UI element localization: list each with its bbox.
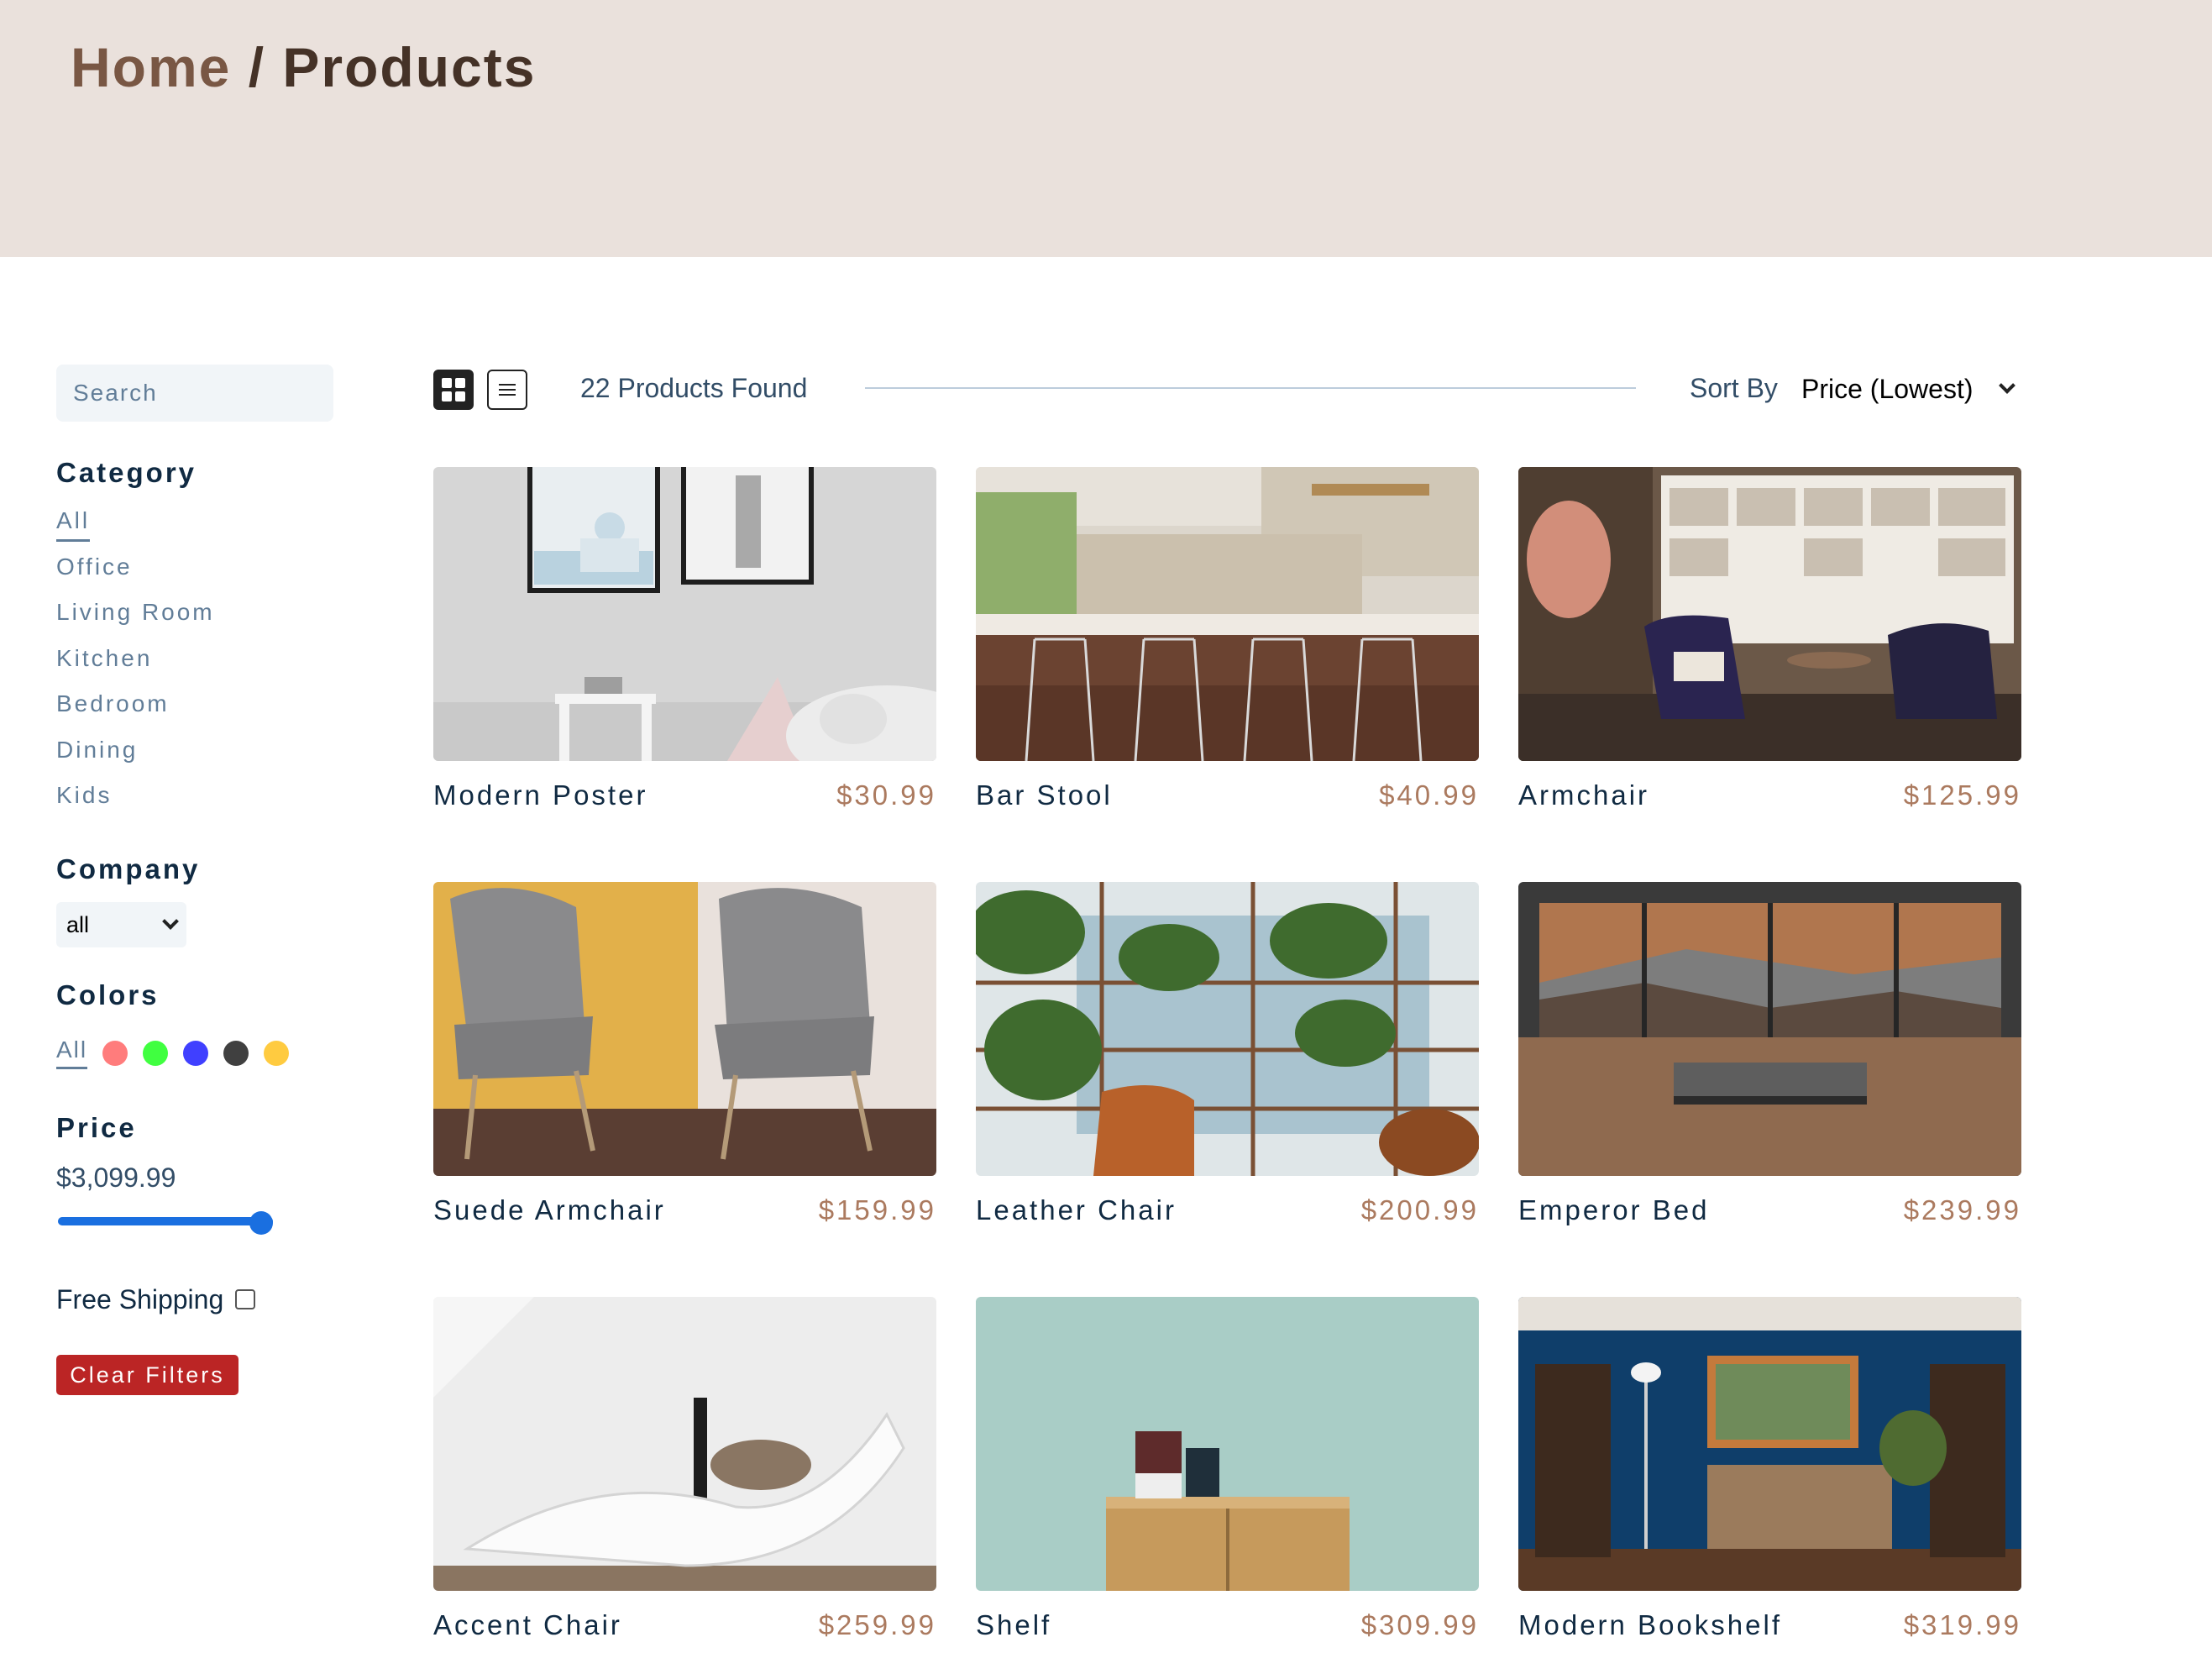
color-swatch-green[interactable] [143, 1040, 169, 1066]
product-card[interactable]: Leather Chair $200.99 [976, 882, 1479, 1236]
sort-select[interactable]: Price (Lowest) [1801, 366, 2020, 412]
category-label: Office [56, 553, 133, 580]
color-swatch-black[interactable] [223, 1040, 249, 1066]
product-name: Leather Chair [976, 1194, 1177, 1225]
product-card-footer: Accent Chair $259.99 [433, 1601, 936, 1651]
product-image-modern-poster [433, 467, 936, 761]
product-card-footer: Emperor Bed $239.99 [1518, 1186, 2021, 1236]
colors-heading: Colors [56, 979, 160, 1010]
product-card-footer: Modern Bookshelf $319.99 [1518, 1601, 2021, 1651]
product-image-leather-chair [976, 882, 1479, 1176]
category-label: All [56, 507, 91, 542]
product-card-footer: Shelf $309.99 [976, 1601, 1479, 1651]
breadcrumb-home-link[interactable]: Home [71, 36, 231, 98]
product-price: $30.99 [836, 779, 936, 811]
product-name: Bar Stool [976, 779, 1113, 811]
category-label: Bedroom [56, 690, 170, 716]
grid-view-button[interactable] [433, 370, 474, 410]
toolbar-divider [865, 387, 1636, 389]
price-slider[interactable] [58, 1211, 273, 1235]
sort-label: Sort By [1690, 373, 1778, 403]
category-label: Kids [56, 782, 113, 808]
product-image-suede-armchair [433, 882, 936, 1176]
chevron-down-icon [1999, 377, 2015, 394]
product-image-shelf [976, 1297, 1479, 1591]
chevron-down-icon [162, 913, 179, 930]
product-card[interactable]: Modern Bookshelf $319.99 [1518, 1297, 2021, 1651]
price-slider-thumb[interactable] [249, 1211, 273, 1235]
price-heading: Price [56, 1112, 137, 1143]
sort-select-value: Price (Lowest) [1801, 373, 1974, 404]
category-item-office[interactable]: Office [56, 554, 215, 600]
product-card[interactable]: Armchair $125.99 [1518, 467, 2021, 821]
category-label: Living Room [56, 599, 215, 625]
product-card[interactable]: Accent Chair $259.99 [433, 1297, 936, 1651]
category-heading: Category [56, 457, 197, 488]
product-card-footer: Suede Armchair $159.99 [433, 1186, 936, 1236]
color-all-button[interactable]: All [56, 1036, 88, 1069]
products-found-count: 22 Products Found [580, 373, 808, 403]
product-card[interactable]: Emperor Bed $239.99 [1518, 882, 2021, 1236]
category-label: Kitchen [56, 644, 153, 671]
price-slider-fill [58, 1217, 273, 1225]
list-view-button[interactable] [487, 370, 527, 410]
product-name: Accent Chair [433, 1609, 622, 1640]
product-card[interactable]: Modern Poster $30.99 [433, 467, 936, 821]
breadcrumb: Home / Products [71, 35, 536, 99]
product-image-modern-bookshelf [1518, 1297, 2021, 1591]
color-swatch-yellow[interactable] [264, 1040, 290, 1066]
product-card-footer: Leather Chair $200.99 [976, 1186, 1479, 1236]
product-name: Emperor Bed [1518, 1194, 1710, 1225]
product-image-armchair [1518, 467, 2021, 761]
category-label: Dining [56, 736, 139, 763]
product-price: $309.99 [1360, 1609, 1479, 1640]
product-name: Modern Poster [433, 779, 648, 811]
product-card[interactable]: Bar Stool $40.99 [976, 467, 1479, 821]
clear-filters-button[interactable]: Clear Filters [56, 1355, 238, 1395]
product-price: $200.99 [1360, 1194, 1479, 1225]
category-item-kids[interactable]: Kids [56, 782, 215, 828]
category-item-kitchen[interactable]: Kitchen [56, 645, 215, 691]
filters-sidebar: Category All Office Living Room Kitchen … [56, 365, 333, 1395]
product-image-bar-stool [976, 467, 1479, 761]
free-shipping-checkbox[interactable] [235, 1289, 255, 1309]
product-price: $40.99 [1379, 779, 1479, 811]
category-item-all[interactable]: All [56, 507, 215, 554]
product-image-accent-chair [433, 1297, 936, 1591]
color-swatches: All [56, 1036, 304, 1069]
product-name: Modern Bookshelf [1518, 1609, 1782, 1640]
price-value: $3,099.99 [56, 1162, 176, 1193]
product-card-footer: Armchair $125.99 [1518, 771, 2021, 821]
product-card-footer: Bar Stool $40.99 [976, 771, 1479, 821]
free-shipping-label: Free Shipping [56, 1284, 224, 1315]
color-swatch-red[interactable] [102, 1040, 128, 1066]
product-price: $319.99 [1903, 1609, 2021, 1640]
product-price: $239.99 [1903, 1194, 2021, 1225]
breadcrumb-current: Products [282, 36, 537, 98]
product-name: Shelf [976, 1609, 1052, 1640]
category-item-dining[interactable]: Dining [56, 737, 215, 783]
list-view-icon [499, 380, 516, 399]
category-item-living-room[interactable]: Living Room [56, 599, 215, 645]
category-list: All Office Living Room Kitchen Bedroom D… [56, 507, 215, 828]
company-select-value: all [66, 911, 90, 937]
product-name: Armchair [1518, 779, 1650, 811]
product-price: $259.99 [818, 1609, 936, 1640]
product-card[interactable]: Shelf $309.99 [976, 1297, 1479, 1651]
breadcrumb-separator: / [231, 36, 283, 98]
grid-view-icon [442, 378, 465, 401]
color-swatch-blue[interactable] [183, 1040, 209, 1066]
product-name: Suede Armchair [433, 1194, 666, 1225]
product-card[interactable]: Suede Armchair $159.99 [433, 882, 936, 1236]
search-input[interactable] [56, 365, 333, 422]
company-heading: Company [56, 853, 201, 884]
page-hero: Home / Products [0, 0, 2212, 257]
product-image-emperor-bed [1518, 882, 2021, 1176]
company-select[interactable]: all [56, 902, 186, 947]
product-price: $159.99 [818, 1194, 936, 1225]
category-item-bedroom[interactable]: Bedroom [56, 690, 215, 737]
product-price: $125.99 [1903, 779, 2021, 811]
product-card-footer: Modern Poster $30.99 [433, 771, 936, 821]
